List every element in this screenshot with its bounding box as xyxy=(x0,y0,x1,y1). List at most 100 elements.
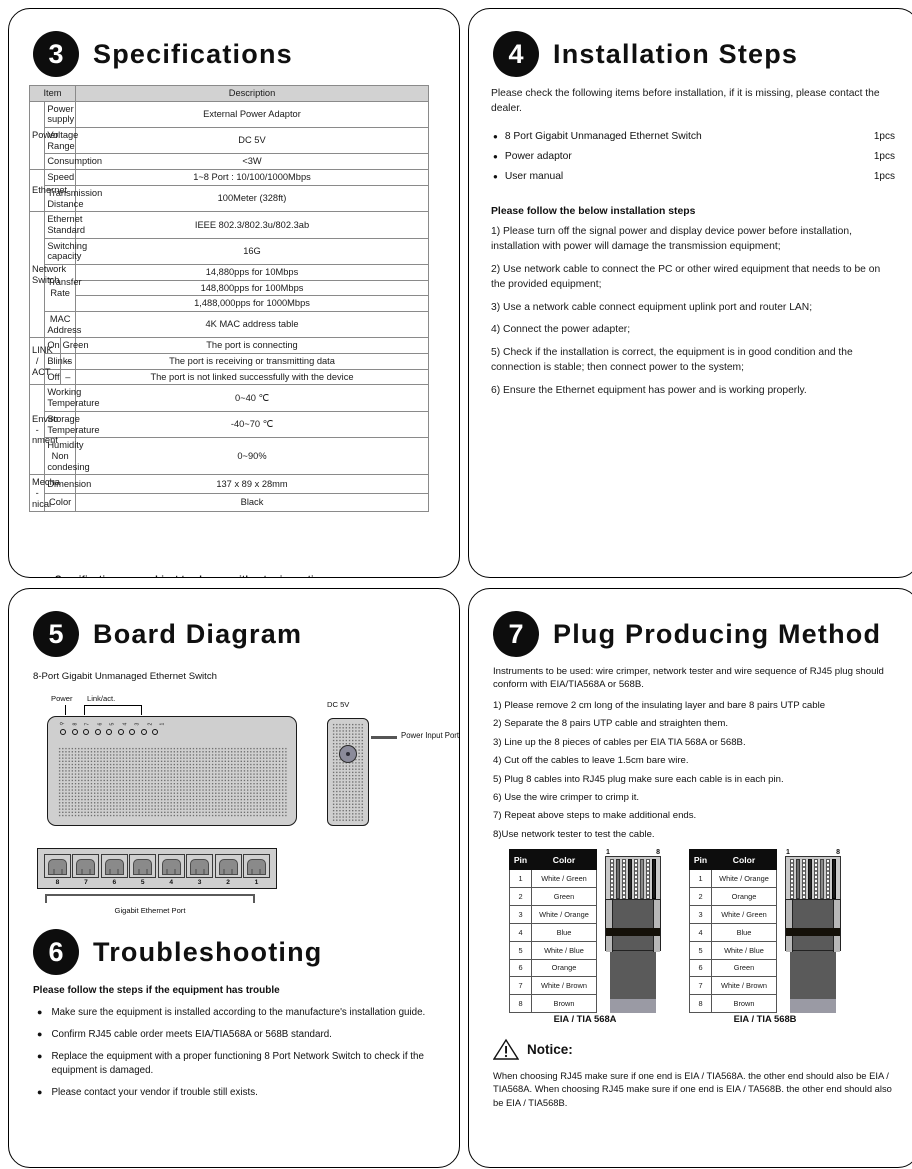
table-row: 3 White / Orange xyxy=(509,904,597,924)
table-row: Enviro -nment Working Temperature 0~40 ℃ xyxy=(28,384,429,476)
notice-title: Notice: xyxy=(527,1042,573,1058)
installation-intro: Please check the following items before … xyxy=(491,88,880,114)
table-row: 2 Orange xyxy=(689,887,777,906)
plug-clip xyxy=(606,900,613,953)
manual-page: 3 Specifications Item Description Power … xyxy=(0,0,912,1169)
port-number: 4 xyxy=(169,879,174,886)
bullet-icon: ● xyxy=(37,1007,43,1017)
wire xyxy=(652,859,656,900)
pin-number: 7 xyxy=(689,976,712,996)
desc-cell: IEEE 802.3/802.3u/802.3ab xyxy=(75,211,429,239)
plug-step: 4) Cut off the cables to leave 1.5cm bar… xyxy=(493,755,689,767)
port-number: 8 xyxy=(55,879,60,886)
ethernet-port: 1 xyxy=(242,854,270,886)
pin-color: Orange xyxy=(711,887,777,906)
wire xyxy=(646,859,650,900)
plug-step: 7) Repeat above steps to make additional… xyxy=(493,810,697,822)
pin-number: 7 xyxy=(509,976,532,996)
section-number-badge: 3 xyxy=(33,31,79,77)
ethernet-port: 5 xyxy=(129,854,157,886)
section-number-badge: 4 xyxy=(493,31,539,77)
label-gigabit-ethernet-port: Gigabit Ethernet Port xyxy=(114,906,186,915)
wire xyxy=(628,859,632,900)
list-item: ● Confirm RJ45 cable order meets EIA/TIA… xyxy=(37,1028,431,1041)
pin-color: Blue xyxy=(711,922,777,942)
pin-color: White / Green xyxy=(531,869,597,889)
plug-head xyxy=(785,856,841,901)
packing-item-name: User manual xyxy=(504,170,564,182)
table-row: Ethernet Speed 1~8 Port : 10/100/1000Mbp… xyxy=(28,169,429,213)
ethernet-port: 3 xyxy=(186,854,214,886)
troubleshooting-text: Make sure the equipment is installed acc… xyxy=(51,1007,426,1018)
panel-specifications: 3 Specifications Item Description Power … xyxy=(8,8,460,578)
led-number: 1 xyxy=(159,722,166,726)
pin-number: 1 xyxy=(509,869,532,889)
desc-cell: -40~70 ℃ xyxy=(75,410,429,439)
category-cell: Power xyxy=(28,100,58,171)
link-act-led-icon xyxy=(94,729,101,735)
rj45-jack-icon xyxy=(157,854,185,878)
list-item: ● Power adaptor 1pcs xyxy=(493,151,895,162)
port-panel-shell: 8 7 6 5 4 3 2 1 xyxy=(37,848,277,889)
troubleshooting-text: Confirm RJ45 cable order meets EIA/TIA56… xyxy=(51,1029,332,1041)
installation-step: 4) Connect the power adapter; xyxy=(491,324,631,336)
table-row: 3 White / Green xyxy=(689,904,777,924)
item-sub-cell: – xyxy=(59,368,77,386)
port-range-bracket xyxy=(45,894,255,903)
item-cell: Color xyxy=(44,492,76,513)
category-cell: Network Switch xyxy=(28,211,66,339)
plug-step: 1) Please remove 2 cm long of the insula… xyxy=(493,699,826,711)
list-item: ● Replace the equipment with a proper fu… xyxy=(37,1050,431,1076)
link-act-led-icon xyxy=(117,729,124,735)
item-cell: MAC Address xyxy=(44,310,81,339)
installation-step: 1) Please turn off the signal power and … xyxy=(491,225,852,252)
installation-step: 3) Use a network cable connect equipment… xyxy=(491,301,813,313)
table-row: 2 Green xyxy=(509,887,597,906)
panel-installation-steps: 4 Installation Steps Please check the fo… xyxy=(468,8,912,578)
section-title: Installation Steps xyxy=(553,38,799,69)
table-row: MAC Address 4K MAC address table xyxy=(30,310,429,339)
pinout-table-568a: Pin Color 1 White / Green 2 Green 3 White /… xyxy=(509,849,597,1014)
rj45-jack-icon xyxy=(72,854,100,878)
wire xyxy=(640,859,644,900)
item-cell: Transmission Distance xyxy=(44,184,102,213)
plug-pin-end: 8 xyxy=(656,849,660,857)
pin-color: White / Blue xyxy=(531,940,597,960)
plug-pin-start: 1 xyxy=(786,849,790,857)
header-description: Description xyxy=(75,85,429,102)
panel-board-diagram-troubleshooting: 5 Board Diagram 8-Port Gigabit Unmanaged… xyxy=(8,588,460,1168)
table-row: 1,488,000pps for 1000Mbps xyxy=(30,295,429,312)
link-act-led-icon xyxy=(140,729,147,735)
rj45-jack-icon xyxy=(129,854,157,878)
header-pin: Pin xyxy=(689,849,712,871)
pinout-block-568b: Pin Color 1 White / Orange 2 Orange 3 White… xyxy=(689,849,841,1014)
item-cell: Consumption xyxy=(44,153,102,171)
wire xyxy=(802,859,806,900)
installation-step: 5) Check if the installation is correct,… xyxy=(491,347,853,374)
pin-number: 8 xyxy=(509,994,532,1014)
panel-plug-producing-method: 7 Plug Producing Method Instruments to b… xyxy=(468,588,912,1168)
specifications-table: Item Description Power Power supply Exte… xyxy=(28,85,429,513)
troubleshooting-text: Please contact your vendor if trouble st… xyxy=(51,1086,258,1098)
item-cell: Storage Temperature xyxy=(44,410,100,439)
desc-cell: 14,880pps for 10Mbps xyxy=(75,263,429,281)
bullet-icon: ● xyxy=(37,1051,43,1062)
pin-color: White / Brown xyxy=(711,976,777,996)
item-cell: Voltage Range xyxy=(44,127,78,155)
table-row: Network Switch Ethernet Standard IEEE 80… xyxy=(28,211,429,339)
wire xyxy=(616,859,620,900)
packing-item-qty: 1pcs xyxy=(873,170,895,182)
link-act-led-icon xyxy=(83,729,89,735)
power-jack-icon xyxy=(339,745,357,763)
table-row: LINK / ACT On Green The port is connecti… xyxy=(28,337,429,386)
plug-pin-labels: 1 8 xyxy=(785,849,841,856)
desc-cell: External Power Adaptor xyxy=(75,100,429,129)
power-led-icon xyxy=(60,729,66,735)
warning-triangle-icon xyxy=(493,1038,519,1060)
category-cell: Ethernet xyxy=(28,169,67,213)
pin-color: Blue xyxy=(531,922,597,942)
table-row: 4 Blue xyxy=(509,922,597,942)
table-row: 148,800pps for 100Mbps xyxy=(30,279,429,297)
ethernet-port: 6 xyxy=(100,854,128,886)
led-number: 2 xyxy=(147,722,153,726)
